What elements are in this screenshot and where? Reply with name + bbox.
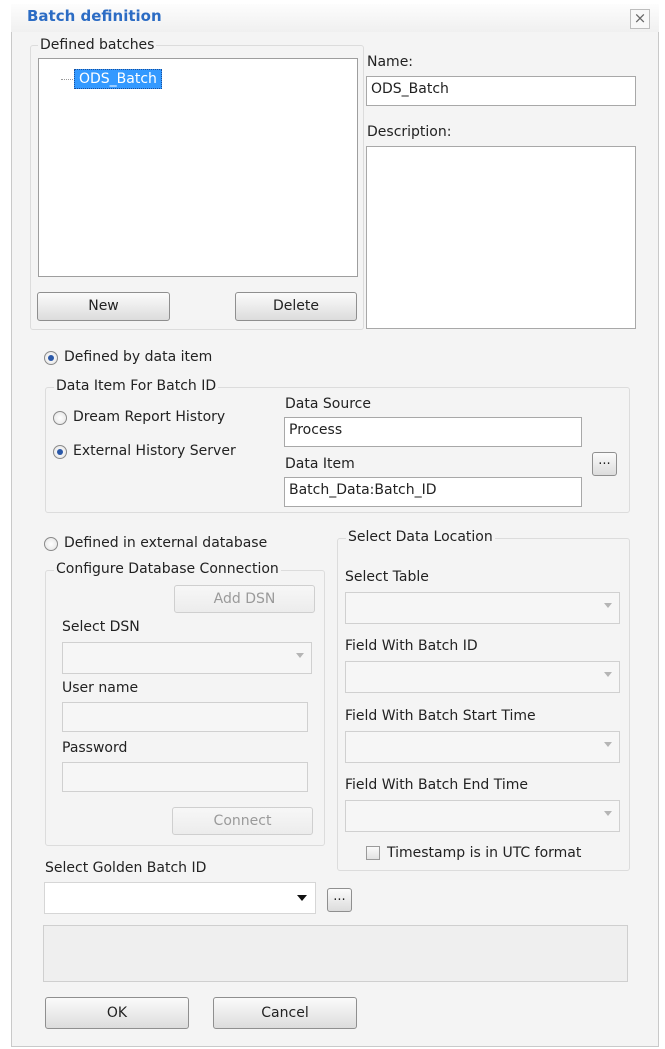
data-item-browse-button[interactable]: ... bbox=[592, 452, 617, 476]
field-batch-id-dropdown[interactable] bbox=[345, 661, 620, 693]
configure-db-connection-label: Configure Database Connection bbox=[54, 561, 281, 577]
field-start-time-label: Field With Batch Start Time bbox=[345, 708, 536, 724]
close-button[interactable]: × bbox=[630, 9, 650, 29]
username-input[interactable] bbox=[62, 702, 308, 732]
data-source-label: Data Source bbox=[285, 396, 371, 412]
dropdown-arrow-icon bbox=[604, 811, 612, 816]
select-data-location-label: Select Data Location bbox=[346, 529, 495, 545]
name-label: Name: bbox=[367, 54, 414, 70]
password-input[interactable] bbox=[62, 762, 308, 792]
dropdown-arrow-icon bbox=[297, 895, 307, 901]
name-input[interactable]: ODS_Batch bbox=[366, 76, 636, 106]
tree-item-ods-batch[interactable]: ODS_Batch bbox=[74, 69, 162, 89]
defined-by-data-item-radio[interactable] bbox=[44, 351, 58, 365]
golden-batch-dropdown[interactable] bbox=[44, 882, 316, 914]
defined-in-external-db-label: Defined in external database bbox=[64, 535, 268, 551]
connect-button[interactable]: Connect bbox=[172, 807, 313, 835]
ok-button[interactable]: OK bbox=[45, 997, 189, 1029]
data-item-label: Data Item bbox=[285, 456, 355, 472]
dream-report-history-radio[interactable] bbox=[53, 411, 67, 425]
dropdown-arrow-icon bbox=[604, 603, 612, 608]
dropdown-arrow-icon bbox=[604, 742, 612, 747]
password-label: Password bbox=[62, 740, 128, 756]
add-dsn-button[interactable]: Add DSN bbox=[174, 585, 315, 613]
new-button[interactable]: New bbox=[37, 292, 170, 321]
username-label: User name bbox=[62, 680, 139, 696]
field-start-time-dropdown[interactable] bbox=[345, 731, 620, 763]
golden-batch-browse-button[interactable]: ... bbox=[327, 888, 352, 912]
field-batch-id-label: Field With Batch ID bbox=[345, 638, 478, 654]
status-panel bbox=[43, 925, 628, 982]
description-label: Description: bbox=[367, 124, 452, 140]
data-source-input[interactable]: Process bbox=[284, 417, 582, 447]
dropdown-arrow-icon bbox=[296, 653, 304, 658]
delete-button[interactable]: Delete bbox=[235, 292, 357, 321]
data-item-input[interactable]: Batch_Data:Batch_ID bbox=[284, 477, 582, 507]
defined-by-data-item-label: Defined by data item bbox=[64, 349, 213, 365]
cancel-button[interactable]: Cancel bbox=[213, 997, 357, 1029]
external-history-server-radio[interactable] bbox=[53, 445, 67, 459]
dream-report-history-label: Dream Report History bbox=[73, 409, 226, 425]
defined-in-external-db-radio[interactable] bbox=[44, 537, 58, 551]
description-textarea[interactable] bbox=[366, 146, 636, 329]
batch-tree[interactable]: ODS_Batch bbox=[38, 58, 358, 277]
field-end-time-dropdown[interactable] bbox=[345, 800, 620, 832]
tree-connector-line bbox=[61, 79, 73, 80]
golden-batch-label: Select Golden Batch ID bbox=[45, 860, 207, 876]
defined-batches-label: Defined batches bbox=[38, 37, 157, 53]
data-item-batch-id-label: Data Item For Batch ID bbox=[54, 378, 219, 394]
select-dsn-dropdown[interactable] bbox=[62, 642, 312, 674]
utc-checkbox[interactable] bbox=[366, 846, 380, 860]
select-dsn-label: Select DSN bbox=[62, 619, 140, 635]
external-history-server-label: External History Server bbox=[73, 443, 236, 459]
field-end-time-label: Field With Batch End Time bbox=[345, 777, 529, 793]
dropdown-arrow-icon bbox=[604, 672, 612, 677]
dialog-title: Batch definition bbox=[27, 7, 162, 25]
select-table-label: Select Table bbox=[345, 569, 429, 585]
select-table-dropdown[interactable] bbox=[345, 592, 620, 624]
utc-label: Timestamp is in UTC format bbox=[387, 845, 582, 861]
